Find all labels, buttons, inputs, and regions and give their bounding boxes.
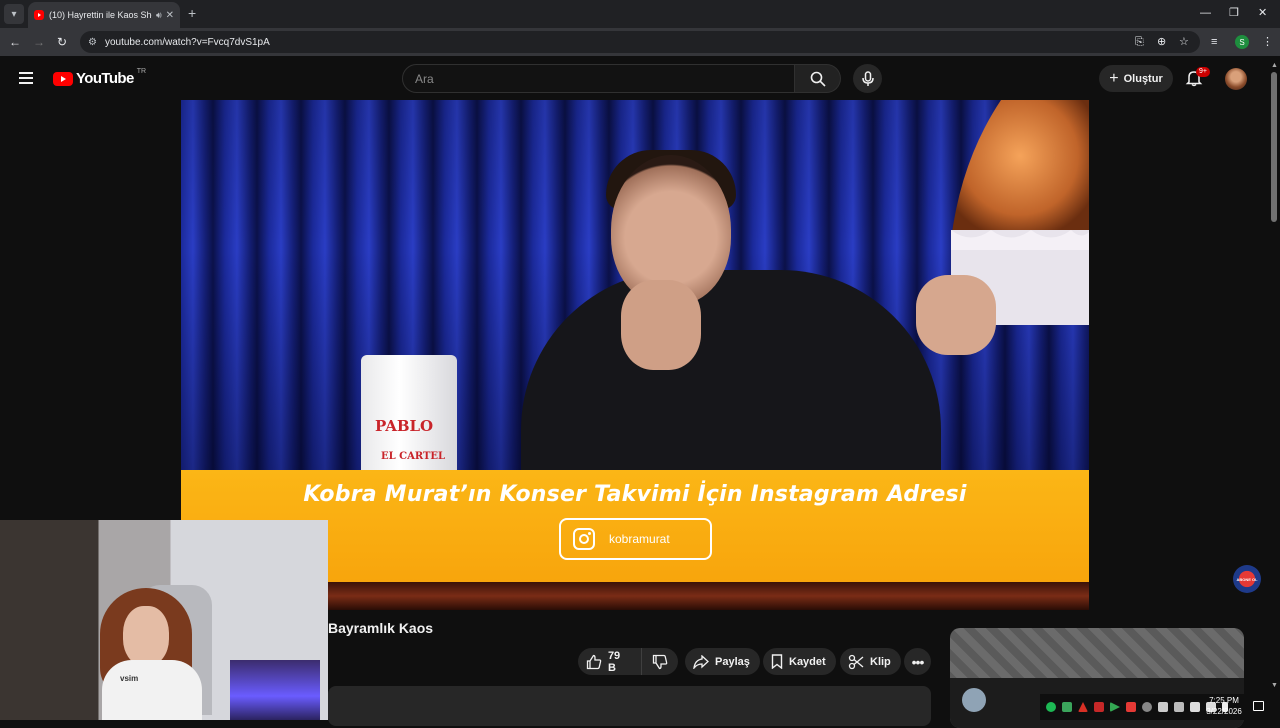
like-dislike-group: 79 B	[578, 648, 678, 675]
browser-tab-active[interactable]: (10) Hayrettin ile Kaos Show 🔊︎ ✕	[28, 2, 180, 28]
page-scrollbar[interactable]: ▲ ▼	[1268, 60, 1280, 720]
more-actions-button[interactable]: •••	[904, 648, 931, 675]
scroll-up-icon[interactable]: ▲	[1271, 62, 1278, 69]
reload-button[interactable]: ↻	[57, 34, 67, 50]
close-window-button[interactable]: ✕	[1258, 6, 1267, 20]
tray-app-icon[interactable]	[1062, 702, 1072, 712]
thumbs-up-icon	[586, 654, 602, 669]
tab-title: (10) Hayrettin ile Kaos Show	[49, 10, 152, 20]
search-input[interactable]: Ara	[402, 64, 795, 93]
scissors-icon	[848, 654, 864, 669]
menu-icon[interactable]	[19, 72, 33, 84]
search-icon	[810, 71, 826, 87]
like-count: 79 B	[607, 649, 621, 674]
presenter-hand-left	[621, 280, 701, 370]
instagram-handle-pill: kobramurat	[559, 518, 712, 560]
notification-center-icon[interactable]	[1253, 701, 1264, 711]
streamer-shirt	[102, 660, 202, 720]
address-bar[interactable]: ⚙ youtube.com/watch?v=Fvcq7dvS1pA	[80, 31, 1200, 53]
restore-window-button[interactable]: ❐	[1229, 6, 1239, 20]
bookmark-icon	[771, 654, 783, 669]
microphone-icon	[861, 70, 874, 86]
steam-icon[interactable]	[1142, 702, 1152, 712]
streamer-face	[123, 606, 169, 666]
share-label: Paylaş	[715, 655, 750, 668]
share-arrow-icon	[693, 654, 709, 669]
site-info-icon[interactable]: ⚙	[88, 37, 97, 48]
bag-brand: PABLO	[375, 417, 434, 435]
youtube-header: YouTube TR Ara + Oluştur 9+	[0, 56, 1280, 100]
pablo-bag: PABLO EL CARTEL	[361, 355, 457, 475]
instagram-icon	[573, 528, 595, 550]
bag-sub-label: EL CARTEL	[381, 451, 446, 462]
share-button[interactable]: Paylaş	[685, 648, 760, 675]
play-icon[interactable]	[1110, 702, 1120, 712]
youtube-logo[interactable]: YouTube TR	[53, 68, 147, 87]
channel-watermark[interactable]: ABONE OL	[1233, 565, 1261, 593]
clock-time: 7:25 PM	[1209, 696, 1239, 705]
clip-label: Klip	[870, 655, 891, 668]
account-avatar[interactable]	[1225, 68, 1247, 90]
address-url[interactable]: youtube.com/watch?v=Fvcq7dvS1pA	[105, 37, 270, 48]
thumbs-down-icon	[652, 654, 668, 669]
description-box[interactable]	[328, 686, 931, 726]
youtube-play-icon	[53, 71, 73, 86]
clip-button[interactable]: Klip	[840, 648, 901, 675]
bookmark-star-icon[interactable]: ☆	[1179, 34, 1189, 50]
browser-toolbar: ← → ↻ ⚙ youtube.com/watch?v=Fvcq7dvS1pA …	[0, 28, 1280, 56]
reading-list-icon[interactable]: ≡	[1211, 34, 1217, 50]
shirt-print: vsim	[120, 674, 139, 683]
back-button[interactable]: ←	[9, 34, 21, 50]
windows-security-icon[interactable]	[1158, 702, 1168, 712]
like-button[interactable]: 79 B	[578, 648, 643, 675]
led-light	[230, 660, 320, 720]
instagram-handle: kobramurat	[609, 532, 670, 546]
system-clock[interactable]: 7:25 PM 3/22/2026	[1198, 695, 1250, 717]
tray-app-icon-3[interactable]	[1126, 702, 1136, 712]
forward-button[interactable]: →	[33, 34, 45, 50]
webcam-overlay: vsim	[0, 520, 328, 720]
minimize-window-button[interactable]: —	[1200, 6, 1211, 20]
country-code: TR	[136, 68, 147, 75]
presenter-hand-right	[916, 275, 996, 355]
scrollbar-thumb[interactable]	[1271, 72, 1277, 222]
zoom-icon[interactable]: ⊕	[1157, 34, 1166, 50]
speaker-icon[interactable]: 🔊︎	[156, 10, 162, 21]
create-label: Oluştur	[1123, 72, 1163, 85]
browser-menu-icon[interactable]: ⋮	[1262, 34, 1273, 50]
install-app-icon[interactable]: ⎘	[1135, 34, 1144, 50]
youtube-favicon-icon	[34, 10, 44, 20]
notification-count-badge: 9+	[1196, 67, 1210, 77]
banner-title: Kobra Murat’ın Konser Takvimi İçin Insta…	[303, 482, 967, 507]
browser-tab-bar: ▾ (10) Hayrettin ile Kaos Show 🔊︎ ✕ + — …	[0, 0, 1280, 28]
new-tab-button[interactable]: +	[188, 6, 196, 20]
spotify-icon[interactable]	[1046, 702, 1056, 712]
tab-search-button[interactable]: ▾	[4, 4, 24, 24]
plus-icon: +	[1109, 69, 1119, 87]
youtube-wordmark: YouTube	[76, 70, 134, 87]
save-button[interactable]: Kaydet	[763, 648, 836, 675]
search-button[interactable]	[795, 64, 841, 93]
warning-icon[interactable]	[1078, 702, 1088, 712]
video-title: Bayramlık Kaos	[328, 620, 434, 636]
recommended-channel-avatar[interactable]	[962, 688, 986, 712]
profile-avatar[interactable]: S	[1235, 35, 1249, 49]
clock-date: 3/22/2026	[1206, 707, 1242, 716]
dislike-button[interactable]	[642, 648, 678, 675]
bluetooth-icon[interactable]	[1174, 702, 1184, 712]
tray-app-icon-2[interactable]	[1094, 702, 1104, 712]
close-tab-icon[interactable]: ✕	[166, 10, 174, 21]
create-button[interactable]: + Oluştur	[1099, 65, 1173, 92]
voice-search-button[interactable]	[853, 64, 882, 93]
save-label: Kaydet	[789, 655, 826, 668]
scroll-down-icon[interactable]: ▼	[1271, 682, 1278, 689]
